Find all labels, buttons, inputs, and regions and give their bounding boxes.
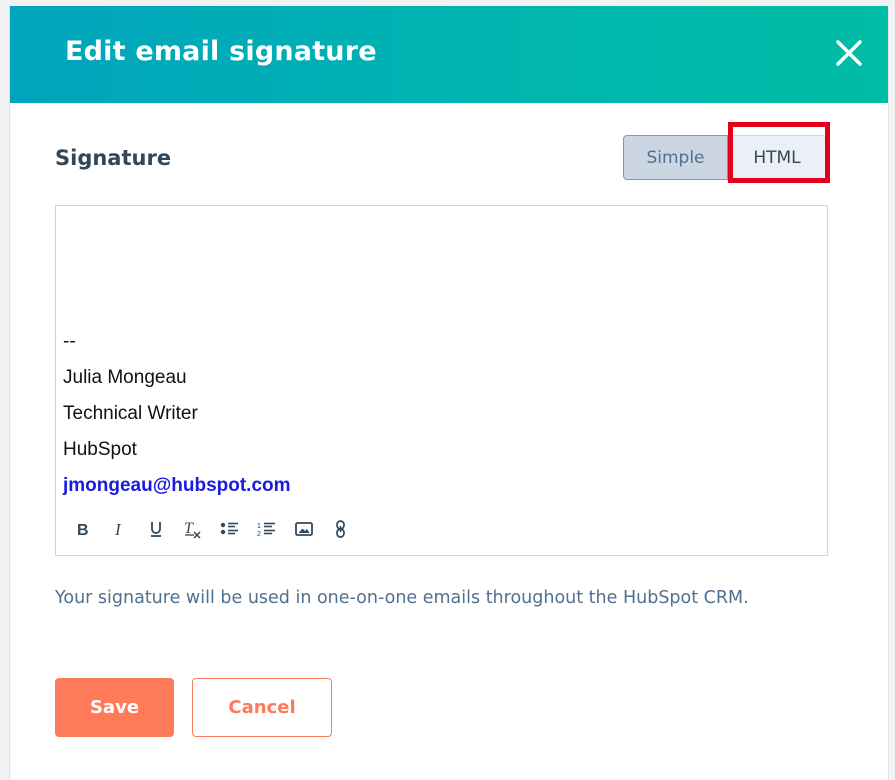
signature-email-link[interactable]: jmongeau@hubspot.com	[63, 468, 291, 504]
save-button[interactable]: Save	[55, 678, 174, 737]
insert-image-button[interactable]	[292, 518, 316, 540]
italic-icon: I	[114, 520, 122, 538]
modal-title: Edit email signature	[65, 36, 377, 67]
signature-line-company: HubSpot	[63, 439, 137, 460]
html-mode-button[interactable]: HTML	[728, 135, 827, 180]
simple-mode-button[interactable]: Simple	[623, 135, 728, 180]
svg-text:2: 2	[257, 531, 261, 538]
clear-formatting-icon: T	[184, 520, 201, 539]
insert-link-button[interactable]	[329, 518, 353, 540]
signature-editor[interactable]: -- Julia Mongeau Technical Writer HubSpo…	[55, 205, 828, 556]
svg-text:I: I	[114, 520, 122, 538]
signature-mode-toggle: Simple HTML	[623, 135, 827, 180]
italic-button[interactable]: I	[107, 518, 131, 540]
clear-formatting-button[interactable]: T	[181, 518, 205, 540]
numbered-list-icon: 1 2	[257, 522, 275, 538]
close-icon	[836, 40, 862, 66]
cancel-button[interactable]: Cancel	[192, 678, 332, 737]
bulleted-list-button[interactable]	[218, 518, 242, 540]
signature-label: Signature	[55, 146, 172, 170]
editor-toolbar: B I T 1 2	[70, 518, 366, 540]
signature-line-title: Technical Writer	[63, 403, 198, 424]
numbered-list-button[interactable]: 1 2	[255, 518, 279, 540]
signature-line-separator: --	[63, 331, 76, 352]
bold-icon: B	[77, 522, 89, 538]
bold-button[interactable]: B	[70, 518, 94, 540]
image-icon	[295, 522, 313, 536]
link-icon	[336, 520, 345, 538]
svg-text:B: B	[77, 522, 89, 538]
bulleted-list-icon	[220, 522, 238, 535]
svg-text:1: 1	[257, 523, 261, 530]
signature-line-name: Julia Mongeau	[63, 367, 187, 388]
signature-help-text: Your signature will be used in one-on-on…	[55, 588, 749, 608]
close-button[interactable]	[832, 36, 866, 70]
underline-button[interactable]	[144, 518, 168, 540]
underline-icon	[151, 522, 161, 537]
signature-content: -- Julia Mongeau Technical Writer HubSpo…	[63, 324, 291, 504]
modal-header: Edit email signature	[10, 6, 888, 103]
